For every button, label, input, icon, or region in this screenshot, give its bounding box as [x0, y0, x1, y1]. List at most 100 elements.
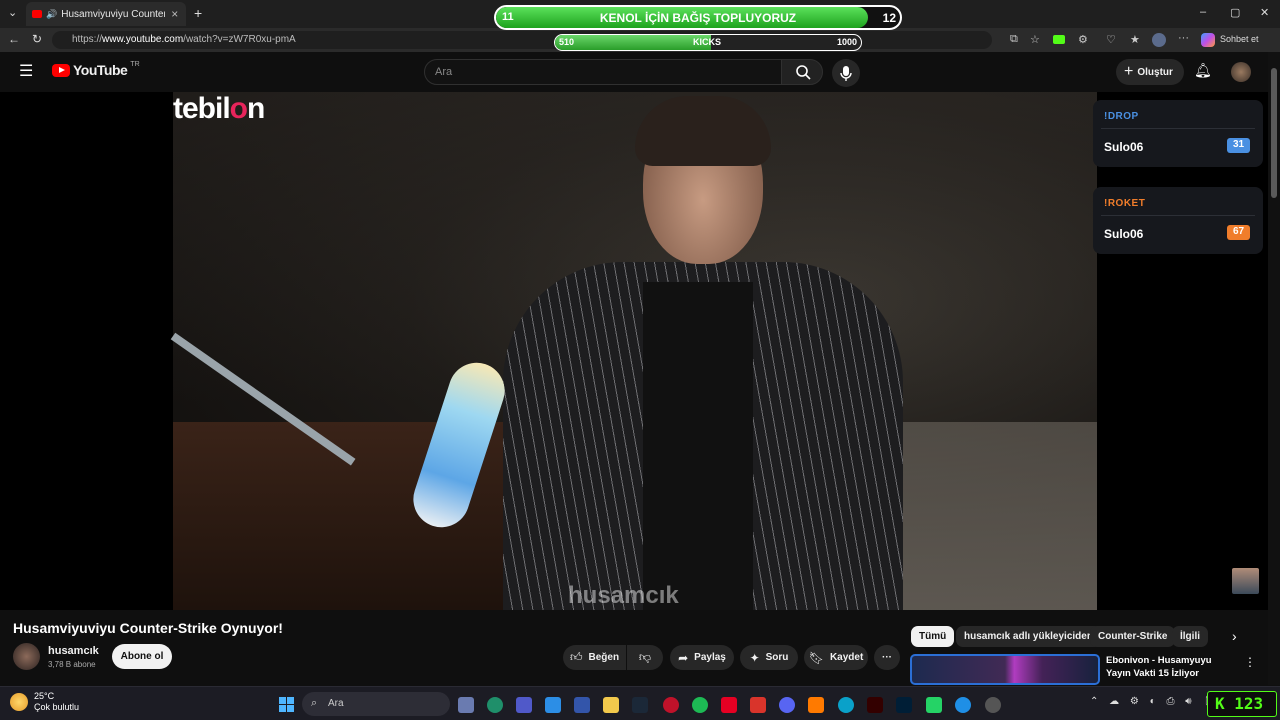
- channel-avatar[interactable]: [13, 643, 40, 670]
- thumbs-down-icon: 👎︎: [638, 650, 652, 664]
- taskbar-search[interactable]: ⌕ Ara: [302, 692, 450, 716]
- favorite-star-icon[interactable]: ☆: [1030, 33, 1040, 46]
- share-button[interactable]: ➦ Paylaş: [670, 645, 734, 670]
- more-actions-button[interactable]: ···: [874, 645, 900, 670]
- speaker-icon[interactable]: 🔊: [46, 9, 57, 20]
- scrollbar-thumb[interactable]: [1271, 68, 1277, 198]
- windows-start-icon[interactable]: [279, 697, 294, 712]
- tab-list-chevron-icon[interactable]: ⌄: [8, 6, 17, 19]
- recommendation-more-icon[interactable]: ⋮: [1244, 655, 1256, 669]
- app-c-icon[interactable]: [838, 697, 854, 713]
- youtube-logo[interactable]: YouTube TR: [52, 60, 140, 78]
- page-scrollbar[interactable]: [1268, 52, 1280, 685]
- task-view-icon[interactable]: [458, 697, 474, 713]
- weather-condition: Çok bulutlu: [34, 702, 80, 712]
- create-button[interactable]: + Oluştur: [1116, 59, 1184, 85]
- sparkle-icon: ✦: [749, 650, 760, 665]
- chip-all[interactable]: Tümü: [911, 626, 955, 647]
- discord-icon[interactable]: [779, 697, 795, 713]
- edge-icon[interactable]: [955, 697, 971, 713]
- profile-avatar[interactable]: [1152, 33, 1166, 47]
- copilot-icon[interactable]: [1201, 33, 1215, 47]
- chip-from-uploader[interactable]: husamcık adlı yükleyiciden: [956, 626, 1101, 647]
- donation-label: KENOL İÇİN BAĞIŞ TOPLUYORUZ: [599, 11, 797, 25]
- back-arrow-icon[interactable]: ←: [8, 32, 20, 46]
- youtube-header: ☰ YouTube TR Ara + Oluştur 🔔︎: [0, 52, 1268, 92]
- notifications-bell-icon[interactable]: 🔔︎: [1194, 62, 1212, 79]
- settings-icon[interactable]: [985, 697, 1001, 713]
- divider: [1101, 215, 1255, 216]
- subscribe-button[interactable]: Abone ol: [112, 644, 172, 669]
- share-arrow-icon: ➦: [678, 650, 689, 665]
- minimize-button[interactable]: –: [1200, 6, 1206, 18]
- streamer-shirt: [643, 282, 753, 610]
- youtube-wordmark: YouTube: [73, 62, 128, 78]
- app-icon[interactable]: [574, 697, 590, 713]
- chip-related[interactable]: İlgili: [1172, 626, 1208, 647]
- reload-icon[interactable]: ↻: [32, 32, 42, 46]
- command-count-badge: 31: [1227, 138, 1250, 153]
- youtube-play-icon: [52, 63, 70, 77]
- photos-icon[interactable]: [808, 697, 824, 713]
- browser-tab[interactable]: 🔊 Husamviyuviyu Counter-Strike ×: [26, 2, 186, 26]
- temperature: 25°C: [34, 691, 55, 701]
- tab-close-icon[interactable]: ×: [171, 7, 178, 21]
- opera-icon[interactable]: [663, 697, 679, 713]
- spotify-icon[interactable]: [692, 697, 708, 713]
- whatsapp-icon[interactable]: [926, 697, 942, 713]
- like-label: Beğen: [588, 652, 620, 663]
- hamburger-menu-icon[interactable]: ☰: [19, 61, 33, 81]
- youtube-favicon-icon: [32, 10, 42, 18]
- video-player[interactable]: husamcık tebilon !DROP Sulo06 31 !ROKET …: [0, 92, 1268, 610]
- donation-progress-bar: 11 KENOL İÇİN BAĞIŞ TOPLUYORUZ 12: [494, 5, 902, 30]
- close-window-button[interactable]: ✕: [1260, 6, 1269, 19]
- weather-sun-icon: [10, 693, 28, 711]
- system-tray-icons[interactable]: ⌃ ☁ ⚙ ◐ ⎙ 🔊︎ 🔋︎: [1090, 696, 1219, 707]
- region-code: TR: [130, 60, 140, 68]
- browser-app-icon[interactable]: [487, 697, 503, 713]
- recommendation-title[interactable]: Ebonivon - Husamyuyu Yayın Vakti 15 İzli…: [1106, 654, 1236, 680]
- weather-widget[interactable]: 25°C Çok bulutlu: [10, 691, 79, 713]
- maximize-button[interactable]: ▢: [1230, 6, 1240, 19]
- app-red-icon[interactable]: [721, 697, 737, 713]
- chevron-right-icon[interactable]: ›: [1232, 628, 1237, 644]
- file-explorer-icon[interactable]: [603, 697, 619, 713]
- collections-icon[interactable]: ★: [1130, 33, 1140, 46]
- subscriber-count: 3,78 B abone: [48, 660, 96, 669]
- recommendation-thumbnail[interactable]: [910, 654, 1100, 685]
- save-button[interactable]: 🔖︎ Kaydet: [804, 645, 868, 670]
- vscode-icon[interactable]: [545, 697, 561, 713]
- channel-name[interactable]: husamcık: [48, 645, 99, 657]
- divider: [1101, 128, 1255, 129]
- more-menu-icon[interactable]: ···: [1178, 32, 1189, 44]
- teams-icon[interactable]: [516, 697, 532, 713]
- voice-search-button[interactable]: [832, 59, 860, 87]
- chip-counter-strike[interactable]: Counter-Strike: [1090, 626, 1176, 647]
- search-button[interactable]: [781, 59, 823, 85]
- copilot-label[interactable]: Sohbet et: [1220, 34, 1259, 44]
- new-tab-button[interactable]: +: [194, 5, 202, 21]
- search-input[interactable]: Ara: [424, 59, 782, 85]
- command-count-badge: 67: [1227, 225, 1250, 240]
- more-dots-icon: ···: [882, 652, 892, 663]
- split-screen-icon[interactable]: ⧉: [1010, 33, 1018, 46]
- kick-extension-icon[interactable]: [1053, 35, 1065, 44]
- like-button[interactable]: 👍︎ Beğen: [563, 645, 626, 670]
- account-avatar[interactable]: [1231, 62, 1251, 82]
- dislike-button[interactable]: 👎︎: [627, 645, 663, 670]
- bookmark-icon: 🔖︎: [808, 650, 824, 665]
- steam-icon[interactable]: [632, 697, 648, 713]
- streamer-hair: [635, 96, 771, 166]
- command-card-drop: !DROP Sulo06 31: [1093, 100, 1263, 167]
- tab-title: Husamviyuviyu Counter-Strike: [61, 8, 166, 20]
- save-label: Kaydet: [829, 652, 864, 663]
- app-x-icon[interactable]: [750, 697, 766, 713]
- extensions-icon[interactable]: ⚙: [1078, 33, 1088, 46]
- channel-watermark: husamcık: [568, 582, 679, 609]
- windows-taskbar: 25°C Çok bulutlu ⌕ Ara ⌃ ☁ ⚙ ◐ ⎙ 🔊︎ 🔋︎ K…: [0, 686, 1280, 720]
- browser-essentials-icon[interactable]: ♡: [1106, 33, 1116, 46]
- photoshop-icon[interactable]: [896, 697, 912, 713]
- kick-counter-widget: K 123: [1207, 691, 1277, 717]
- ask-button[interactable]: ✦ Soru: [740, 645, 798, 670]
- illustrator-icon[interactable]: [867, 697, 883, 713]
